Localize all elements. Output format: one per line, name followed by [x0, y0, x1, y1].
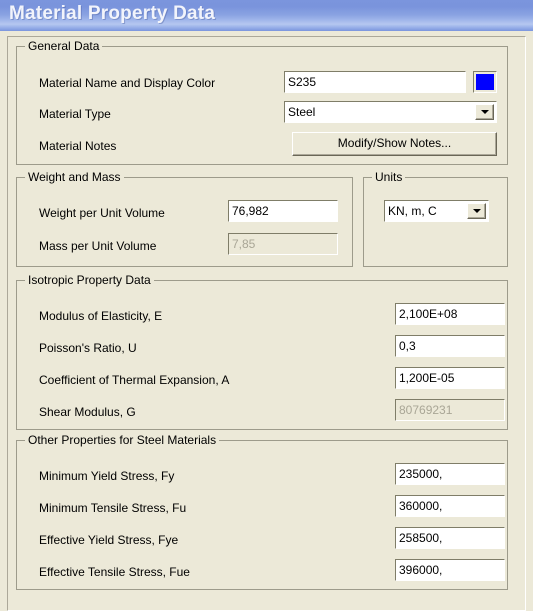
group-units: Units KN, m, C	[363, 171, 508, 267]
window-title: Material Property Data	[9, 3, 216, 24]
input-mass-per-unit-volume: 7,85	[228, 233, 338, 255]
chevron-down-icon	[480, 110, 489, 114]
label-effective-tensile-stress: Effective Tensile Stress, Fue	[39, 565, 190, 579]
label-minimum-tensile-stress: Minimum Tensile Stress, Fu	[39, 501, 187, 515]
input-poissons-ratio[interactable]: 0,3	[395, 335, 505, 357]
select-units-value: KN, m, C	[388, 204, 437, 218]
modify-show-notes-button[interactable]: Modify/Show Notes...	[292, 132, 497, 156]
label-material-name: Material Name and Display Color	[39, 76, 216, 90]
input-effective-tensile-stress[interactable]: 396000,	[395, 559, 505, 581]
input-effective-yield-stress[interactable]: 258500,	[395, 527, 505, 549]
display-color-swatch[interactable]	[473, 71, 497, 93]
label-modulus-of-elasticity: Modulus of Elasticity, E	[39, 309, 163, 323]
label-material-notes: Material Notes	[39, 139, 117, 153]
input-shear-modulus: 80769231	[395, 399, 505, 421]
select-units-button[interactable]	[467, 203, 486, 219]
dialog-panel: General Data Material Name and Display C…	[7, 36, 526, 611]
label-shear-modulus: Shear Modulus, G	[39, 405, 136, 419]
group-general-data: General Data Material Name and Display C…	[16, 40, 508, 165]
select-units[interactable]: KN, m, C	[384, 200, 489, 222]
select-material-type[interactable]: Steel	[284, 101, 497, 123]
group-isotropic-property-data: Isotropic Property Data Modulus of Elast…	[16, 274, 508, 430]
label-coefficient-of-thermal-expansion: Coefficient of Thermal Expansion, A	[39, 373, 230, 387]
display-color-fill	[476, 74, 494, 90]
select-material-type-button[interactable]	[475, 104, 494, 120]
label-mass-per-unit-volume: Mass per Unit Volume	[39, 239, 157, 253]
group-units-title: Units	[372, 171, 406, 184]
input-minimum-tensile-stress[interactable]: 360000,	[395, 495, 505, 517]
group-weight-and-mass-title: Weight and Mass	[25, 171, 124, 184]
dialog-body: General Data Material Name and Display C…	[0, 31, 533, 611]
label-poissons-ratio: Poisson's Ratio, U	[39, 341, 137, 355]
label-material-type: Material Type	[39, 107, 111, 121]
input-coefficient-of-thermal-expansion[interactable]: 1,200E-05	[395, 367, 505, 389]
chevron-down-icon	[472, 209, 481, 213]
input-weight-per-unit-volume[interactable]: 76,982	[228, 200, 338, 222]
group-isotropic-property-data-title: Isotropic Property Data	[25, 274, 154, 287]
input-minimum-yield-stress[interactable]: 235000,	[395, 463, 505, 485]
label-effective-yield-stress: Effective Yield Stress, Fye	[39, 533, 179, 547]
input-modulus-of-elasticity[interactable]: 2,100E+08	[395, 303, 505, 325]
label-minimum-yield-stress: Minimum Yield Stress, Fy	[39, 469, 175, 483]
group-other-properties-steel-title: Other Properties for Steel Materials	[25, 434, 220, 447]
label-weight-per-unit-volume: Weight per Unit Volume	[39, 206, 165, 220]
group-other-properties-steel: Other Properties for Steel Materials Min…	[16, 434, 508, 590]
group-general-data-title: General Data	[25, 40, 103, 53]
input-material-name[interactable]: S235	[284, 71, 466, 93]
select-material-type-value: Steel	[288, 105, 316, 119]
group-weight-and-mass: Weight and Mass Weight per Unit Volume 7…	[16, 171, 353, 267]
window-title-bar: Material Property Data	[0, 0, 533, 31]
